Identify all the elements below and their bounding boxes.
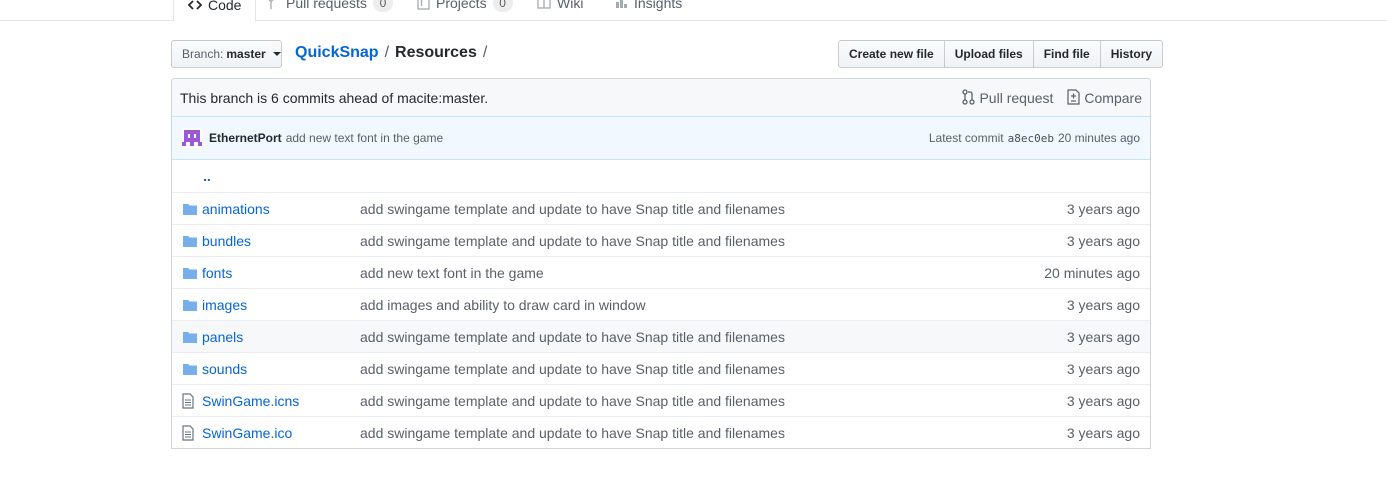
repo-nav-tabs: Code Pull requests 0 Projects 0 Wiki Ins… xyxy=(0,0,1387,22)
branch-select-button[interactable]: Branch: master xyxy=(171,40,282,68)
tab-label: Pull requests xyxy=(286,0,367,11)
code-icon xyxy=(188,0,202,11)
latest-commit-meta: Latest commit a8ec0eb 20 minutes ago xyxy=(929,131,1140,145)
find-file-button[interactable]: Find file xyxy=(1032,40,1101,68)
upload-files-button[interactable]: Upload files xyxy=(943,40,1034,68)
file-icon xyxy=(182,392,198,409)
tab-insights[interactable]: Insights xyxy=(615,0,682,20)
tab-wiki[interactable]: Wiki xyxy=(537,0,583,20)
tab-code[interactable]: Code xyxy=(173,0,257,22)
branch-infobar-actions: Pull request Compare xyxy=(962,88,1142,108)
file-row: fonts add new text font in the game 20 min… xyxy=(172,256,1150,288)
file-commit-message-link[interactable]: add swingame template and update to have… xyxy=(360,425,785,441)
file-name-link[interactable]: fonts xyxy=(202,265,232,281)
breadcrumb-separator: / xyxy=(482,44,488,61)
caret-down-icon xyxy=(272,52,281,56)
branch-name: master xyxy=(226,47,266,61)
latest-commit-label: Latest commit xyxy=(928,131,1004,145)
file-name-link[interactable]: images xyxy=(202,297,247,313)
history-button[interactable]: History xyxy=(1099,40,1164,68)
graph-icon xyxy=(615,0,628,9)
file-row: images add images and ability to draw car… xyxy=(172,288,1150,320)
book-icon xyxy=(537,0,551,9)
pull-request-link[interactable]: Pull request xyxy=(962,88,1054,108)
git-pull-request-icon xyxy=(962,88,976,108)
latest-commit-bar: EthernetPort add new text font in the ga… xyxy=(172,117,1150,160)
file-commit-message-link[interactable]: add swingame template and update to have… xyxy=(360,361,785,377)
folder-icon xyxy=(182,362,198,376)
file-age: 20 minutes ago xyxy=(1044,264,1140,281)
tab-projects[interactable]: Projects 0 xyxy=(417,0,513,20)
file-age: 3 years ago xyxy=(1066,200,1140,217)
file-name-link[interactable]: bundles xyxy=(202,233,251,249)
tab-pull-requests[interactable]: Pull requests 0 xyxy=(268,0,393,20)
file-row: SwinGame.ico add swingame template and up… xyxy=(172,416,1150,448)
file-row: bundles add swingame template and update … xyxy=(172,224,1150,256)
branch-infobar: This branch is 6 commits ahead of macite… xyxy=(171,78,1151,117)
tab-label: Projects xyxy=(436,0,487,11)
file-list: EthernetPort add new text font in the ga… xyxy=(171,116,1151,449)
file-commit-message-link[interactable]: add images and ability to draw card in w… xyxy=(360,297,646,313)
commit-sha-link[interactable]: a8ec0eb xyxy=(1008,132,1054,145)
file-name-link[interactable]: animations xyxy=(202,201,270,217)
pull-request-label: Pull request xyxy=(979,90,1054,106)
file-age: 3 years ago xyxy=(1066,424,1140,441)
file-name-link[interactable]: SwinGame.ico xyxy=(202,425,292,441)
file-commit-message-link[interactable]: add new text font in the game xyxy=(360,265,544,281)
breadcrumb-current-dir: Resources xyxy=(395,44,477,61)
diff-icon xyxy=(1067,88,1081,108)
file-icon xyxy=(182,424,198,441)
project-icon xyxy=(417,0,430,10)
latest-commit-age: 20 minutes ago xyxy=(1057,131,1140,145)
branch-label: Branch: xyxy=(182,47,224,61)
folder-icon xyxy=(182,266,198,280)
file-age: 3 years ago xyxy=(1066,392,1140,409)
breadcrumb-repo-link[interactable]: QuickSnap xyxy=(295,44,379,62)
compare-label: Compare xyxy=(1084,90,1142,106)
tab-label: Insights xyxy=(634,0,683,11)
folder-icon xyxy=(182,202,198,216)
parent-dir-link[interactable]: .. xyxy=(203,168,211,184)
branch-status-text: This branch is 6 commits ahead of macite… xyxy=(180,90,489,106)
tab-label: Code xyxy=(208,0,242,13)
folder-icon xyxy=(182,234,198,248)
projects-counter: 0 xyxy=(492,0,513,12)
file-age: 3 years ago xyxy=(1066,232,1140,249)
folder-icon xyxy=(182,330,198,344)
file-row: sounds add swingame template and update t… xyxy=(172,352,1150,384)
pull-requests-counter: 0 xyxy=(372,0,393,12)
file-age: 3 years ago xyxy=(1066,296,1140,313)
file-name-link[interactable]: SwinGame.icns xyxy=(202,393,299,409)
git-pull-request-icon xyxy=(268,0,280,10)
commit-author-link[interactable]: EthernetPort xyxy=(209,131,282,145)
file-commit-message-link[interactable]: add swingame template and update to have… xyxy=(360,329,785,345)
file-row: SwinGame.icns add swingame template and u… xyxy=(172,384,1150,416)
file-row: animations add swingame template and upda… xyxy=(172,192,1150,224)
file-commit-message-link[interactable]: add swingame template and update to have… xyxy=(360,201,785,217)
breadcrumb: QuickSnap / Resources / xyxy=(295,44,487,62)
folder-icon xyxy=(182,298,198,312)
parent-dir-row: .. xyxy=(172,160,1150,192)
tab-label: Wiki xyxy=(557,0,584,11)
commit-message-link[interactable]: add new text font in the game xyxy=(286,131,443,145)
avatar[interactable] xyxy=(182,128,202,148)
file-age: 3 years ago xyxy=(1066,328,1140,345)
breadcrumb-separator: / xyxy=(384,44,390,61)
file-name-link[interactable]: panels xyxy=(202,329,243,345)
file-name-link[interactable]: sounds xyxy=(202,361,247,377)
file-row: panels add swingame template and update t… xyxy=(172,320,1150,352)
file-commit-message-link[interactable]: add swingame template and update to have… xyxy=(360,233,785,249)
create-new-file-button[interactable]: Create new file xyxy=(838,40,945,68)
file-age: 3 years ago xyxy=(1066,360,1140,377)
compare-link[interactable]: Compare xyxy=(1067,88,1142,108)
file-commit-message-link[interactable]: add swingame template and update to have… xyxy=(360,393,785,409)
file-actions: Create new file Upload files Find file H… xyxy=(838,40,1164,68)
